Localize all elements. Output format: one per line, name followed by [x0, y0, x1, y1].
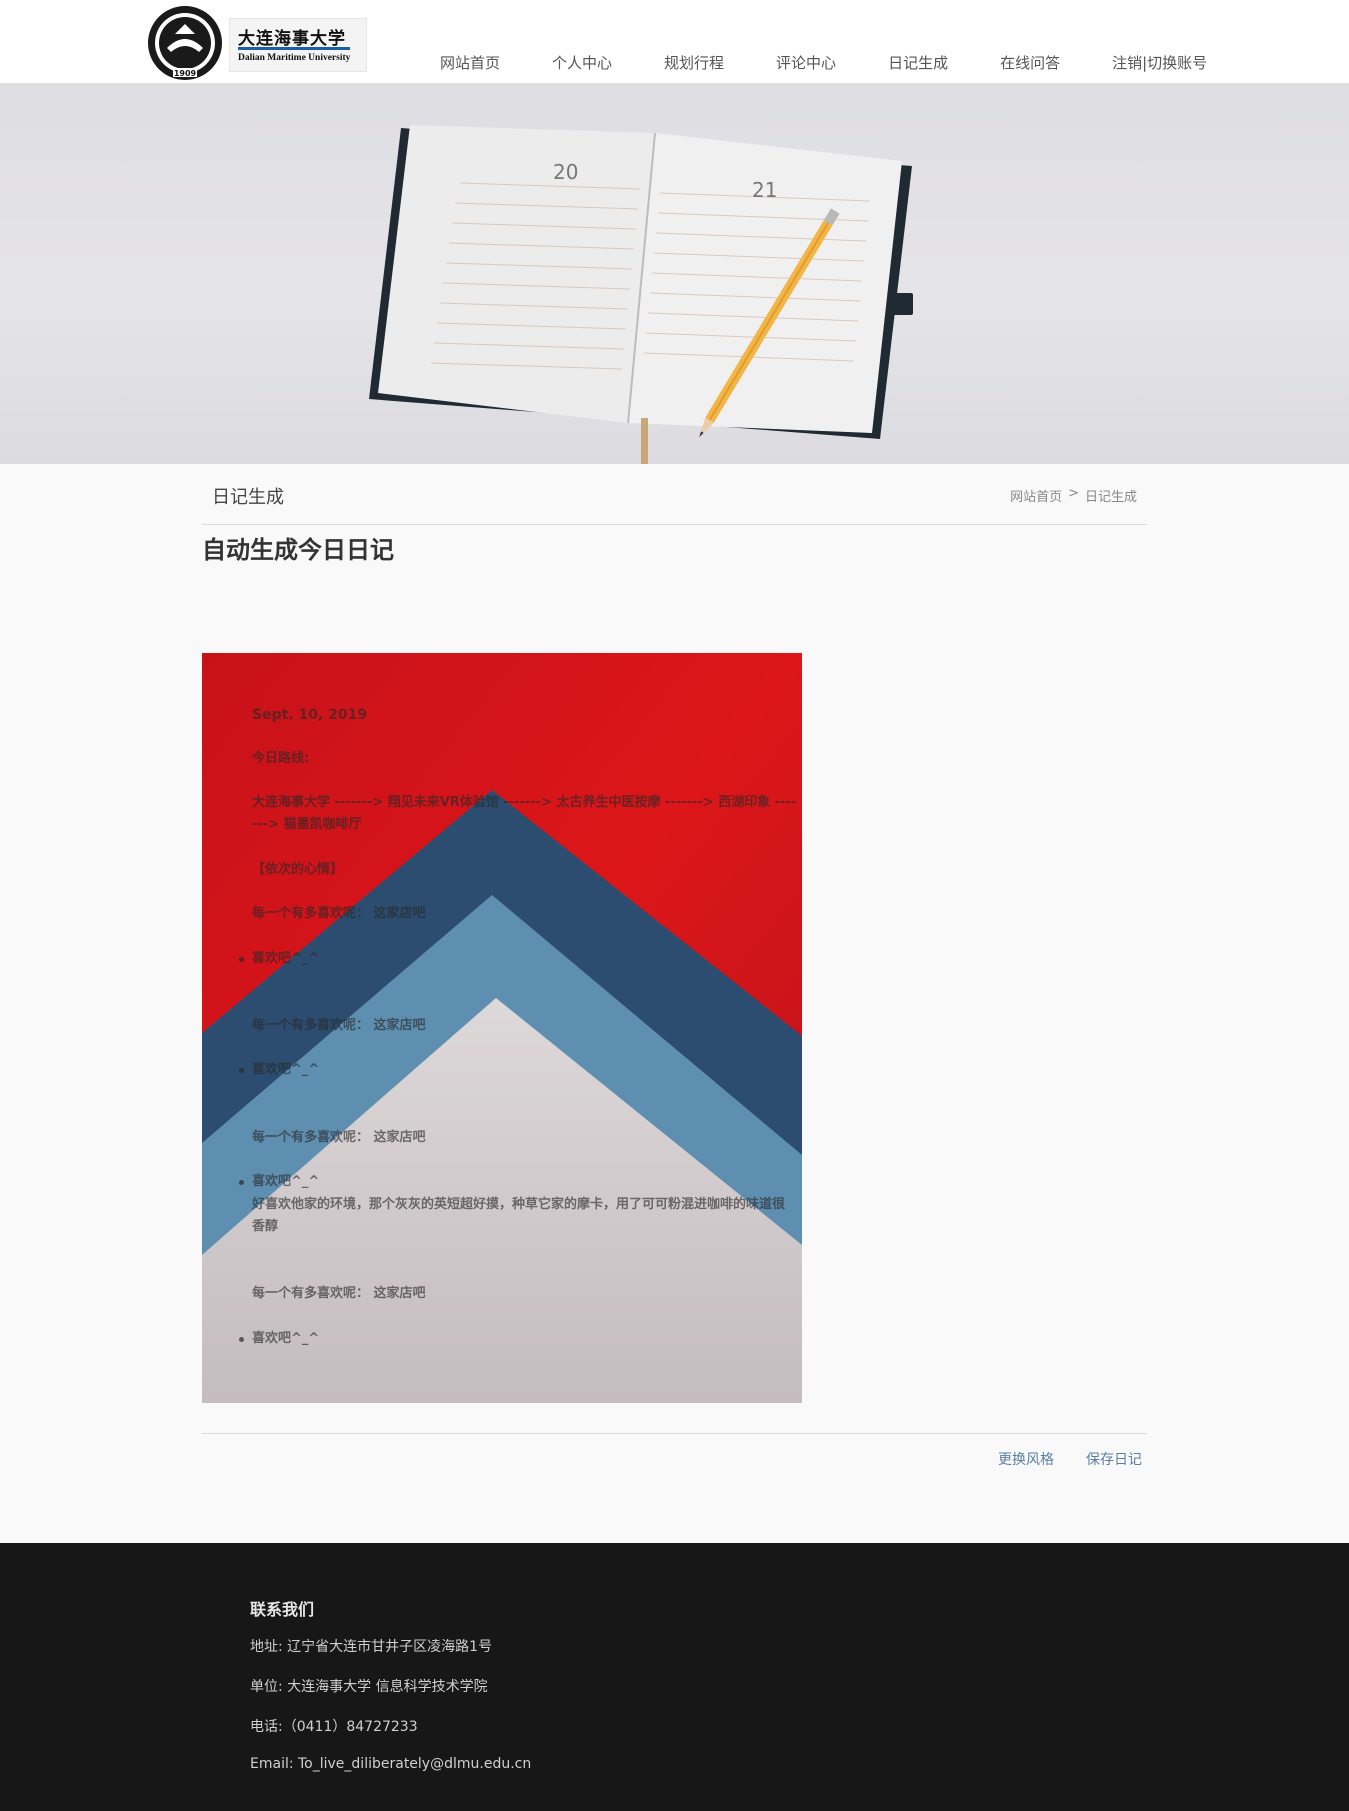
- notebook-illustration: 20 21: [369, 125, 913, 464]
- breadcrumb: 网站首页 > 日记生成: [1010, 486, 1137, 505]
- footer-phone: 电话:（0411）84727233: [250, 1719, 418, 1735]
- nav-personal-center[interactable]: 个人中心: [552, 52, 612, 73]
- site-footer: 联系我们 地址: 辽宁省大连市甘井子区凌海路1号 单位: 大连海事大学 信息科学…: [0, 1543, 1349, 1811]
- entry-comment: 好喜欢他家的环境，那个灰灰的英短超好摸，种草它家的摩卡，用了可可粉混进咖啡的味道…: [252, 1197, 786, 1234]
- entry-answer: 喜欢吧^_^: [238, 1059, 319, 1081]
- nav-plan-trip[interactable]: 规划行程: [664, 52, 724, 73]
- page-heading: 自动生成今日日记: [202, 536, 394, 564]
- breadcrumb-current: 日记生成: [1084, 490, 1137, 505]
- actions-divider: [202, 1433, 1147, 1434]
- entry-question: 每一个有多喜欢呢： 这家店吧: [252, 1018, 426, 1033]
- footer-unit: 单位: 大连海事大学 信息科学技术学院: [250, 1679, 488, 1695]
- route-label: 今日路线:: [252, 751, 310, 766]
- nav-comment-center[interactable]: 评论中心: [776, 52, 836, 73]
- svg-text:21: 21: [752, 178, 777, 202]
- footer-email: Email: To_live_diliberately@dlmu.edu.cn: [250, 1756, 532, 1772]
- nav-home[interactable]: 网站首页: [440, 52, 500, 73]
- svg-text:20: 20: [553, 160, 578, 184]
- entry-answer: 喜欢吧^_^: [238, 1171, 319, 1193]
- banner-image: 20 21: [0, 83, 1349, 464]
- logo-underline: [238, 47, 350, 50]
- nav-logout-switch[interactable]: 注销|切换账号: [1112, 52, 1207, 73]
- title-divider: [202, 524, 1147, 525]
- mood-header: 【依次的心情】: [252, 862, 344, 877]
- change-style-button[interactable]: 更换风格: [998, 1449, 1054, 1469]
- nav-diary-generate[interactable]: 日记生成: [888, 52, 948, 73]
- university-name-logo[interactable]: 大连海事大学 Dalian Maritime University: [229, 18, 367, 72]
- entry-question: 每一个有多喜欢呢： 这家店吧: [252, 1286, 426, 1301]
- entry-question: 每一个有多喜欢呢： 这家店吧: [252, 1130, 426, 1145]
- diary-card: Sept. 10, 2019 今日路线: 大连海事大学 -------> 翔见未…: [202, 653, 802, 1403]
- site-header: 1909 大连海事大学 Dalian Maritime University 网…: [0, 0, 1349, 83]
- breadcrumb-separator: >: [1068, 486, 1079, 501]
- diary-date: Sept. 10, 2019: [252, 707, 368, 723]
- logo-chinese-name: 大连海事大学: [238, 29, 346, 49]
- breadcrumb-home[interactable]: 网站首页: [1010, 486, 1062, 505]
- svg-text:1909: 1909: [174, 69, 197, 78]
- section-title: 日记生成: [212, 487, 284, 508]
- save-diary-button[interactable]: 保存日记: [1086, 1449, 1142, 1469]
- main-nav: 网站首页 个人中心 规划行程 评论中心 日记生成 在线问答 注销|切换账号: [440, 52, 1207, 73]
- nav-online-qa[interactable]: 在线问答: [1000, 52, 1060, 73]
- university-seal-logo[interactable]: 1909: [145, 4, 225, 82]
- diary-content: Sept. 10, 2019 今日路线: 大连海事大学 -------> 翔见未…: [202, 653, 802, 1403]
- entry-answer: 喜欢吧^_^: [238, 948, 319, 970]
- entry-answer: 喜欢吧^_^: [238, 1328, 319, 1350]
- footer-title: 联系我们: [250, 1600, 315, 1619]
- entry-question: 每一个有多喜欢呢： 这家店吧: [252, 906, 426, 921]
- footer-address: 地址: 辽宁省大连市甘井子区凌海路1号: [250, 1639, 493, 1655]
- route-text: 大连海事大学 -------> 翔见未来VR体验馆 -------> 太古养生中…: [252, 795, 797, 832]
- logo-english-name: Dalian Maritime University: [238, 53, 351, 63]
- diary-actions: 更换风格 保存日记: [998, 1449, 1142, 1469]
